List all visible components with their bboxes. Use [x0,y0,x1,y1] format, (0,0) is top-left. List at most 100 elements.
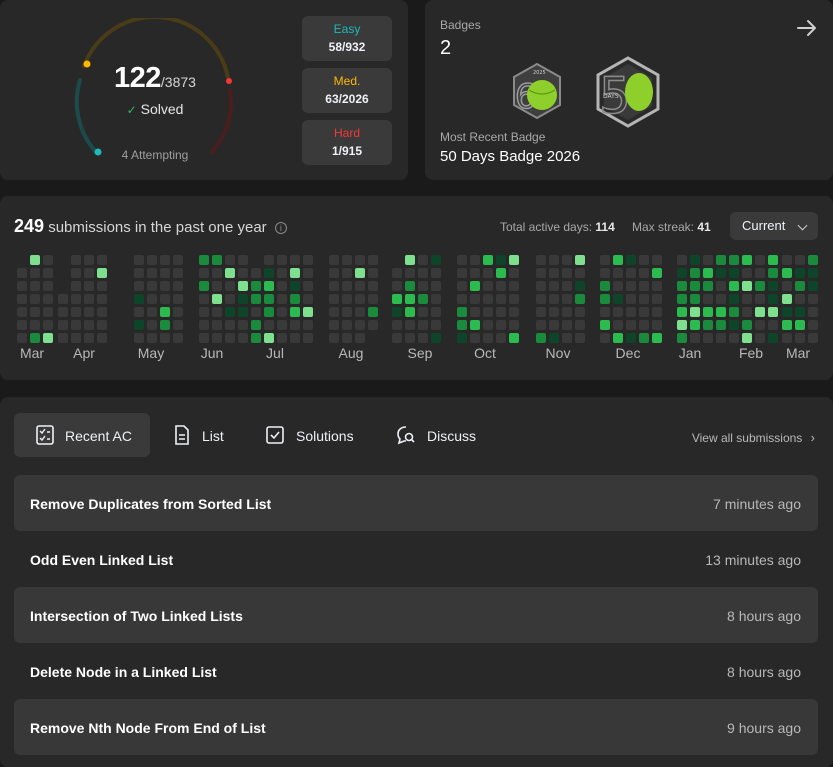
heatmap-day-cell[interactable] [457,255,467,265]
heatmap-day-cell[interactable] [199,294,209,304]
heatmap-day-cell[interactable] [755,281,765,291]
submission-row[interactable]: Remove Duplicates from Sorted List 7 min… [14,475,818,531]
heatmap-day-cell[interactable] [160,307,170,317]
heatmap-day-cell[interactable] [30,268,40,278]
heatmap-day-cell[interactable] [173,320,183,330]
arrow-right-icon[interactable] [795,16,819,40]
heatmap-day-cell[interactable] [147,281,157,291]
year-select[interactable]: Current [730,212,818,240]
heatmap-day-cell[interactable] [808,320,818,330]
heatmap-day-cell[interactable] [613,294,623,304]
heatmap-day-cell[interactable] [238,268,248,278]
heatmap-day-cell[interactable] [562,281,572,291]
heatmap-day-cell[interactable] [742,255,752,265]
heatmap-day-cell[interactable] [134,268,144,278]
heatmap-day-cell[interactable] [329,255,339,265]
heatmap-day-cell[interactable] [355,320,365,330]
heatmap-day-cell[interactable] [368,294,378,304]
heatmap-day-cell[interactable] [690,281,700,291]
heatmap-day-cell[interactable] [97,255,107,265]
heatmap-day-cell[interactable] [716,255,726,265]
heatmap-day-cell[interactable] [225,281,235,291]
heatmap-day-cell[interactable] [483,294,493,304]
heatmap-day-cell[interactable] [238,281,248,291]
heatmap-day-cell[interactable] [677,268,687,278]
heatmap-day-cell[interactable] [457,294,467,304]
heatmap-day-cell[interactable] [470,307,480,317]
heatmap-day-cell[interactable] [264,294,274,304]
heatmap-day-cell[interactable] [716,320,726,330]
heatmap-day-cell[interactable] [251,281,261,291]
heatmap-day-cell[interactable] [342,307,352,317]
heatmap-day-cell[interactable] [147,268,157,278]
heatmap-day-cell[interactable] [147,255,157,265]
heatmap-day-cell[interactable] [342,294,352,304]
submission-row[interactable]: Delete Node in a Linked List 8 hours ago [14,643,818,699]
heatmap-day-cell[interactable] [264,268,274,278]
heatmap-day-cell[interactable] [134,320,144,330]
heatmap-day-cell[interactable] [509,307,519,317]
heatmap-day-cell[interactable] [457,281,467,291]
heatmap-day-cell[interactable] [97,307,107,317]
heatmap-day-cell[interactable] [703,294,713,304]
heatmap-day-cell[interactable] [160,281,170,291]
heatmap-day-cell[interactable] [97,281,107,291]
heatmap-day-cell[interactable] [755,268,765,278]
heatmap-day-cell[interactable] [431,294,441,304]
heatmap-day-cell[interactable] [690,307,700,317]
heatmap-day-cell[interactable] [703,268,713,278]
heatmap-day-cell[interactable] [84,320,94,330]
heatmap-day-cell[interactable] [536,268,546,278]
heatmap-day-cell[interactable] [173,268,183,278]
heatmap-day-cell[interactable] [225,333,235,343]
heatmap-day-cell[interactable] [84,281,94,291]
heatmap-day-cell[interactable] [703,307,713,317]
heatmap-day-cell[interactable] [626,320,636,330]
heatmap-day-cell[interactable] [392,268,402,278]
heatmap-day-cell[interactable] [549,307,559,317]
heatmap-day-cell[interactable] [782,255,792,265]
heatmap-day-cell[interactable] [418,294,428,304]
heatmap-day-cell[interactable] [509,333,519,343]
heatmap-day-cell[interactable] [342,333,352,343]
heatmap-day-cell[interactable] [17,333,27,343]
heatmap-day-cell[interactable] [405,294,415,304]
heatmap-day-cell[interactable] [290,281,300,291]
heatmap-day-cell[interactable] [677,255,687,265]
heatmap-day-cell[interactable] [303,320,313,330]
heatmap-day-cell[interactable] [808,281,818,291]
heatmap-day-cell[interactable] [342,281,352,291]
heatmap-day-cell[interactable] [808,255,818,265]
heatmap-day-cell[interactable] [562,268,572,278]
heatmap-day-cell[interactable] [418,268,428,278]
heatmap-day-cell[interactable] [457,307,467,317]
heatmap-day-cell[interactable] [729,268,739,278]
heatmap-day-cell[interactable] [251,268,261,278]
heatmap-day-cell[interactable] [290,320,300,330]
heatmap-day-cell[interactable] [199,307,209,317]
heatmap-day-cell[interactable] [652,294,662,304]
heatmap-day-cell[interactable] [795,268,805,278]
heatmap-day-cell[interactable] [43,281,53,291]
heatmap-day-cell[interactable] [690,268,700,278]
heatmap-day-cell[interactable] [626,294,636,304]
heatmap-day-cell[interactable] [405,281,415,291]
heatmap-day-cell[interactable] [677,320,687,330]
heatmap-day-cell[interactable] [742,281,752,291]
heatmap-day-cell[interactable] [768,294,778,304]
heatmap-day-cell[interactable] [355,281,365,291]
heatmap-day-cell[interactable] [160,333,170,343]
heatmap-day-cell[interactable] [418,320,428,330]
heatmap-day-cell[interactable] [575,281,585,291]
heatmap-day-cell[interactable] [58,307,68,317]
heatmap-day-cell[interactable] [536,320,546,330]
heatmap-day-cell[interactable] [626,307,636,317]
heatmap-day-cell[interactable] [199,333,209,343]
heatmap-day-cell[interactable] [199,281,209,291]
heatmap-day-cell[interactable] [303,281,313,291]
heatmap-day-cell[interactable] [84,307,94,317]
heatmap-day-cell[interactable] [225,255,235,265]
heatmap-day-cell[interactable] [549,268,559,278]
heatmap-day-cell[interactable] [212,307,222,317]
heatmap-day-cell[interactable] [483,255,493,265]
